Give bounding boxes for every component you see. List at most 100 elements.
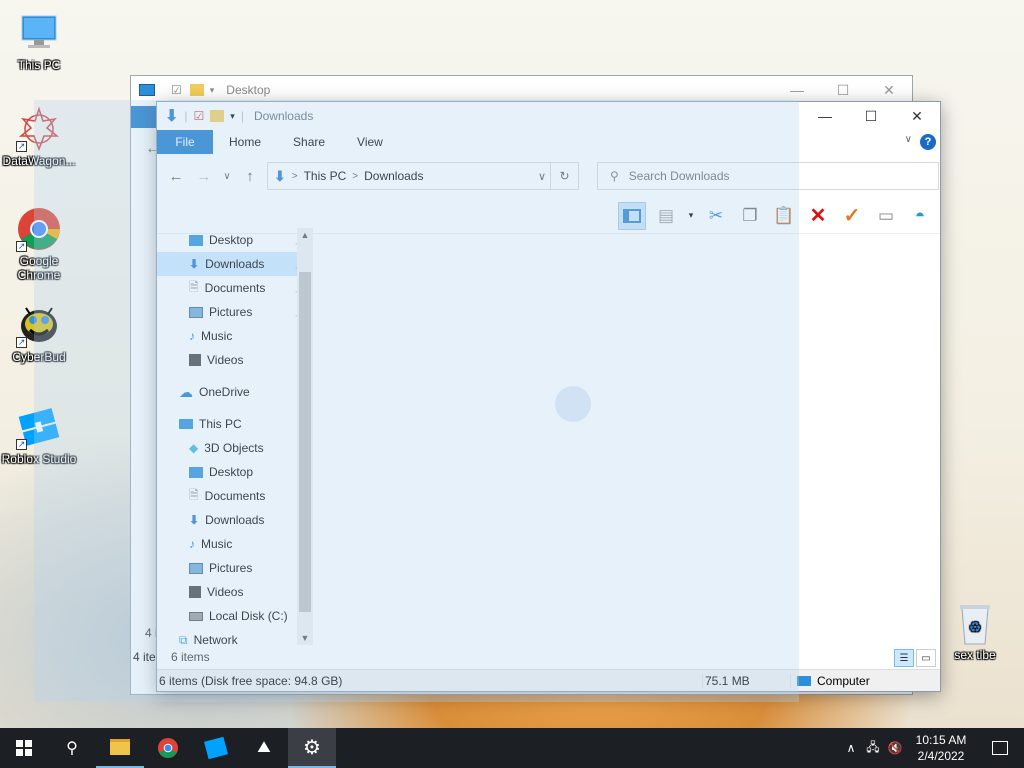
notification-button[interactable] (976, 728, 1024, 768)
network-icon[interactable]: 🖧 (862, 738, 884, 759)
explorer-window-downloads[interactable]: ⬇ | ☑ ▾ | Downloads — ☐ ✕ File Home Shar… (156, 101, 941, 692)
window-caption-buttons: — ☐ ✕ (774, 76, 912, 104)
minimize-button[interactable]: — (774, 76, 820, 104)
volume-muted-icon[interactable]: 🔇 (884, 741, 906, 755)
desktop-icon-chrome[interactable]: ↗ Google Chrome (0, 206, 78, 282)
scroll-up-icon[interactable]: ▲ (297, 230, 313, 240)
cut-button[interactable]: ✂ (702, 202, 730, 230)
expand-ribbon-icon[interactable]: ∨ (905, 134, 912, 145)
maximize-button[interactable]: ☐ (820, 76, 866, 104)
details-view-button[interactable]: ☰ (894, 649, 914, 667)
up-button[interactable]: ↑ (239, 168, 261, 185)
new-folder-icon[interactable] (210, 110, 225, 122)
address-bar[interactable]: ⬇ > This PC > Downloads ∨ ↻ (267, 162, 579, 190)
photos-icon: ⛰ (257, 739, 271, 756)
qat-dropdown-icon[interactable]: ▾ (210, 85, 215, 96)
nav-item-downloads-pc[interactable]: ⬇ Downloads (157, 508, 313, 532)
delete-button[interactable]: ✕ (804, 202, 832, 230)
nav-item-this-pc[interactable]: This PC (157, 412, 313, 436)
taskbar-chrome[interactable] (144, 728, 192, 768)
desktop-icon-datawagon[interactable]: ↗ DataWagon... (0, 106, 78, 168)
preview-pane-button[interactable] (618, 201, 646, 230)
view-options-button[interactable]: ▤ (652, 202, 680, 230)
rename-button[interactable]: ✓ (838, 202, 866, 230)
start-button[interactable] (0, 728, 48, 768)
recent-locations-icon[interactable]: ∨ (221, 171, 233, 182)
nav-item-desktop-pc[interactable]: Desktop (157, 460, 313, 484)
file-list-area[interactable] (313, 228, 940, 645)
nav-item-desktop[interactable]: Desktop📌 (157, 228, 313, 252)
desktop-icon-roblox[interactable]: ↗ Roblox Studio (0, 404, 78, 466)
minimize-button[interactable]: — (802, 102, 848, 130)
properties-icon[interactable]: ☑ (171, 83, 182, 97)
nav-item-downloads[interactable]: ⬇Downloads📌 (157, 252, 313, 276)
cube-icon: ◆ (189, 441, 199, 455)
breadcrumb-this-pc[interactable]: This PC (304, 169, 347, 183)
nav-item-music[interactable]: ♪ Music (157, 324, 313, 348)
taskbar-roblox[interactable] (192, 728, 240, 768)
scrollbar-thumb[interactable] (299, 272, 311, 612)
address-dropdown-icon[interactable]: ∨ (538, 170, 546, 183)
nav-item-label: Desktop (209, 465, 254, 479)
nav-scrollbar[interactable]: ▲ ▼ (297, 228, 313, 645)
tab-share[interactable]: Share (277, 130, 341, 154)
window-title: Desktop (226, 83, 271, 97)
network-icon: ⧉ (179, 632, 188, 646)
desktop-icon-cyberbud[interactable]: ↗ CyberBud (0, 302, 78, 364)
chevron-up-icon[interactable]: ∧ (840, 741, 862, 755)
properties-icon[interactable]: ☑ (194, 109, 205, 123)
breadcrumb-downloads[interactable]: Downloads (364, 169, 423, 183)
paste-button[interactable]: 📋 (770, 202, 798, 230)
main-area: Desktop📌 ⬇Downloads📌 🗎Documents📌 Picture… (157, 228, 940, 669)
back-button[interactable]: ← (165, 168, 187, 185)
nav-item-onedrive[interactable]: ☁ OneDrive (157, 380, 313, 404)
maximize-button[interactable]: ☐ (848, 102, 894, 130)
qat-dropdown-icon[interactable]: ▾ (230, 111, 235, 122)
nav-item-label: Local Disk (C:) (209, 609, 288, 623)
clock[interactable]: 10:15 AM 2/4/2022 (906, 732, 976, 764)
scroll-down-icon[interactable]: ▼ (297, 633, 313, 643)
taskbar-settings[interactable]: ⚙ (288, 728, 336, 768)
folder-icon (110, 739, 130, 755)
copy-button[interactable]: ❐ (736, 202, 764, 230)
desktop-icon-this-pc[interactable]: This PC (0, 10, 78, 72)
navigation-pane[interactable]: Desktop📌 ⬇Downloads📌 🗎Documents📌 Picture… (157, 228, 313, 645)
nav-item-pictures-pc[interactable]: Pictures (157, 556, 313, 580)
tab-view[interactable]: View (341, 130, 399, 154)
nav-item-network[interactable]: ⧉ Network (157, 628, 313, 646)
music-icon: ♪ (189, 537, 195, 551)
pictures-icon (189, 306, 203, 318)
status-location: Computer (791, 674, 870, 688)
taskbar-file-explorer[interactable] (96, 728, 144, 768)
close-button[interactable]: ✕ (894, 102, 940, 130)
desktop-icon-recycle-bin[interactable]: ♻ sex tibe (936, 600, 1014, 662)
tab-home[interactable]: Home (213, 130, 277, 154)
items-count: 6 items (171, 650, 210, 664)
folder-icon[interactable] (189, 84, 204, 96)
window-title: Downloads (253, 109, 314, 123)
nav-item-music-pc[interactable]: ♪ Music (157, 532, 313, 556)
taskbar-photos[interactable]: ⛰ (240, 728, 288, 768)
large-icons-view-button[interactable]: ▭ (916, 649, 936, 667)
search-placeholder: Search Downloads (628, 169, 730, 183)
search-button[interactable]: ⚲ (48, 728, 96, 768)
shell-button[interactable]: ◓ (906, 202, 934, 230)
desktop-icon-label: CyberBud (12, 350, 66, 364)
properties-button[interactable]: ▭ (872, 202, 900, 230)
search-input[interactable]: ⚲ Search Downloads (597, 162, 939, 190)
nav-item-pictures[interactable]: Pictures📌 (157, 300, 313, 324)
nav-item-documents-pc[interactable]: 🗎 Documents (157, 484, 313, 508)
nav-item-local-disk[interactable]: Local Disk (C:) (157, 604, 313, 628)
status-size: 75.1 MB (703, 673, 791, 688)
refresh-button[interactable]: ↻ (550, 163, 578, 189)
nav-item-3d-objects[interactable]: ◆ 3D Objects (157, 436, 313, 460)
help-icon[interactable]: ? (920, 134, 936, 150)
nav-item-documents[interactable]: 🗎Documents📌 (157, 276, 313, 300)
cloud-icon: ☁ (179, 383, 193, 400)
view-dropdown-button[interactable]: ▾ (686, 202, 696, 230)
tab-file[interactable]: File (157, 130, 213, 154)
close-button[interactable]: ✕ (866, 76, 912, 104)
nav-item-videos-pc[interactable]: Videos (157, 580, 313, 604)
forward-button[interactable]: → (193, 168, 215, 185)
nav-item-videos[interactable]: Videos (157, 348, 313, 372)
